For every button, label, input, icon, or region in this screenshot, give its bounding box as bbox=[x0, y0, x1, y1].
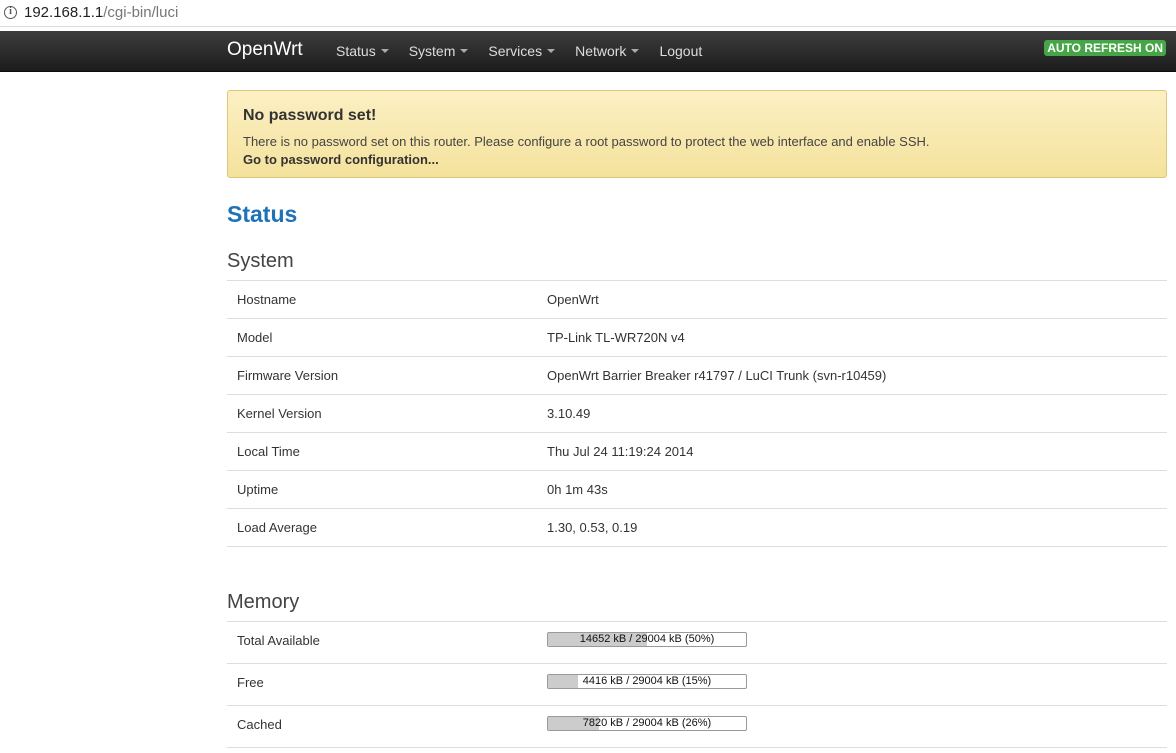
browser-address-bar[interactable]: i 192.168.1.1/cgi-bin/luci bbox=[0, 0, 1176, 27]
alert-title: No password set! bbox=[243, 107, 377, 124]
memory-table: Total Available 14652 kB / 29004 kB (50%… bbox=[227, 621, 1167, 748]
row-key: Local Time bbox=[237, 444, 300, 459]
memory-heading: Memory bbox=[227, 591, 300, 613]
progress-label: 7820 kB / 29004 kB (26%) bbox=[582, 717, 712, 729]
system-table: Hostname OpenWrt Model TP-Link TL-WR720N… bbox=[227, 280, 1167, 547]
table-row: Uptime 0h 1m 43s bbox=[227, 471, 1167, 509]
auto-refresh-toggle[interactable]: AUTO REFRESH ON bbox=[1044, 40, 1166, 56]
row-value: 1.30, 0.53, 0.19 bbox=[547, 520, 638, 535]
table-row: Total Available 14652 kB / 29004 kB (50%… bbox=[227, 622, 1167, 664]
row-value: 0h 1m 43s bbox=[547, 482, 608, 497]
row-key: Free bbox=[237, 675, 264, 690]
brand-logo[interactable]: OpenWrt bbox=[227, 39, 303, 61]
table-row: Hostname OpenWrt bbox=[227, 281, 1167, 319]
top-navbar: OpenWrt Status System Services Network L… bbox=[0, 31, 1176, 72]
row-key: Kernel Version bbox=[237, 406, 322, 421]
menu-status[interactable]: Status bbox=[336, 43, 389, 59]
table-row: Kernel Version 3.10.49 bbox=[227, 395, 1167, 433]
table-row: Local Time Thu Jul 24 11:19:24 2014 bbox=[227, 433, 1167, 471]
menu-logout-label: Logout bbox=[659, 43, 703, 59]
row-key: Uptime bbox=[237, 482, 279, 497]
caret-down-icon bbox=[380, 49, 389, 53]
memory-progress-bar: 14652 kB / 29004 kB (50%) bbox=[547, 632, 747, 647]
url-path: /cgi-bin/luci bbox=[103, 4, 179, 21]
system-heading: System bbox=[227, 250, 294, 272]
table-row: Cached 7820 kB / 29004 kB (26%) bbox=[227, 706, 1167, 748]
caret-down-icon bbox=[460, 49, 469, 53]
row-value: TP-Link TL-WR720N v4 bbox=[547, 330, 685, 345]
menu-services-label: Services bbox=[488, 43, 543, 59]
row-key: Cached bbox=[237, 717, 282, 732]
row-value: OpenWrt Barrier Breaker r41797 / LuCI Tr… bbox=[547, 368, 887, 383]
row-key: Model bbox=[237, 330, 273, 345]
alert-message: There is no password set on this router.… bbox=[243, 134, 930, 149]
progress-label: 14652 kB / 29004 kB (50%) bbox=[579, 633, 715, 645]
menu-network-label: Network bbox=[575, 43, 627, 59]
row-value: OpenWrt bbox=[547, 292, 599, 307]
menu-status-label: Status bbox=[336, 43, 376, 59]
info-icon[interactable]: i bbox=[4, 6, 17, 19]
menu-network[interactable]: Network bbox=[575, 43, 640, 59]
row-key: Firmware Version bbox=[237, 368, 339, 383]
row-key: Hostname bbox=[237, 292, 297, 307]
caret-down-icon bbox=[631, 49, 640, 53]
url-host: 192.168.1.1 bbox=[24, 4, 104, 21]
table-row: Firmware Version OpenWrt Barrier Breaker… bbox=[227, 357, 1167, 395]
table-row: Free 4416 kB / 29004 kB (15%) bbox=[227, 664, 1167, 706]
row-key: Total Available bbox=[237, 633, 320, 648]
password-config-link[interactable]: Go to password configuration... bbox=[243, 152, 1151, 168]
progress-label: 4416 kB / 29004 kB (15%) bbox=[582, 675, 712, 687]
no-password-alert: No password set! There is no password se… bbox=[227, 90, 1167, 178]
memory-progress-bar: 7820 kB / 29004 kB (26%) bbox=[547, 716, 747, 731]
table-row: Model TP-Link TL-WR720N v4 bbox=[227, 319, 1167, 357]
url-text[interactable]: 192.168.1.1/cgi-bin/luci bbox=[24, 4, 178, 22]
page-title: Status bbox=[227, 201, 298, 227]
menu-logout[interactable]: Logout bbox=[659, 43, 702, 59]
memory-progress-bar: 4416 kB / 29004 kB (15%) bbox=[547, 674, 747, 689]
menu-services[interactable]: Services bbox=[488, 43, 556, 59]
row-value: 3.10.49 bbox=[547, 406, 591, 421]
main-menu: Status System Services Network Logout bbox=[336, 43, 722, 59]
menu-system[interactable]: System bbox=[409, 43, 469, 59]
row-value: Thu Jul 24 11:19:24 2014 bbox=[547, 444, 694, 459]
table-row: Load Average 1.30, 0.53, 0.19 bbox=[227, 509, 1167, 547]
caret-down-icon bbox=[547, 49, 556, 53]
menu-system-label: System bbox=[408, 43, 456, 59]
row-key: Load Average bbox=[237, 520, 317, 535]
